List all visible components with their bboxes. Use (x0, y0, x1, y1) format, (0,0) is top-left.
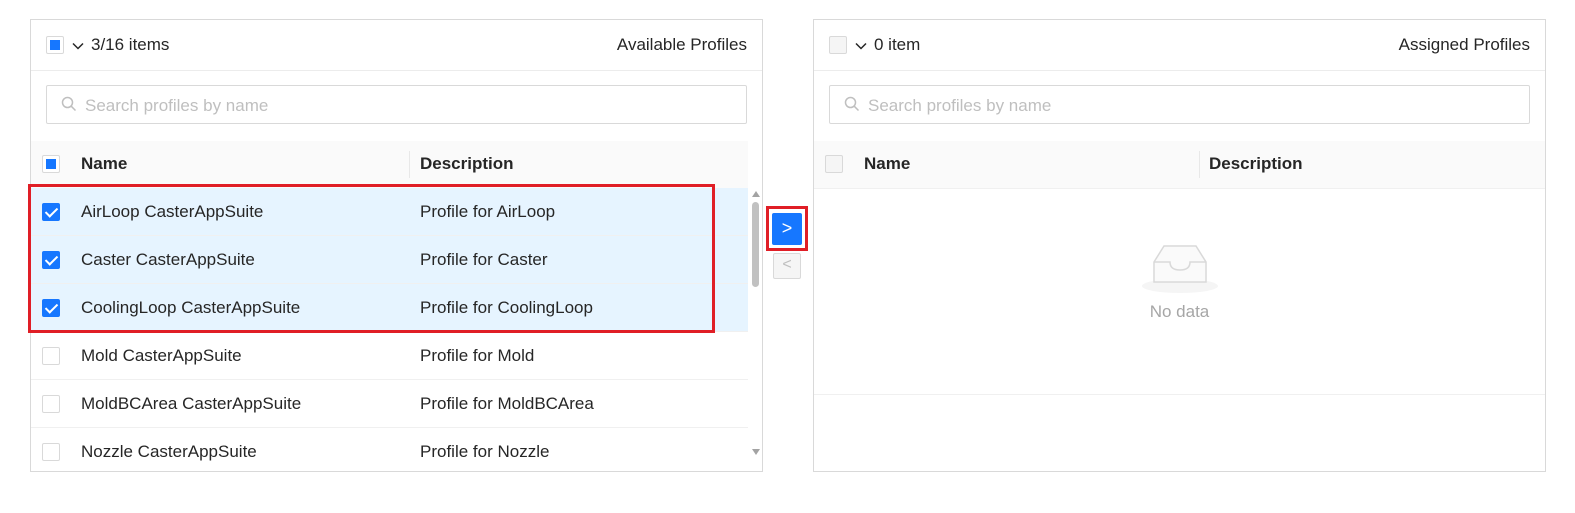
panel-header: 3/16 items Available Profiles (31, 20, 762, 71)
row-checkbox[interactable] (42, 299, 60, 317)
no-data-text: No data (1149, 302, 1210, 321)
row-checkbox[interactable] (42, 443, 60, 461)
table-row[interactable]: Mold CasterAppSuite Profile for Mold (31, 332, 748, 380)
profile-name: MoldBCArea CasterAppSuite (81, 394, 302, 413)
profile-name: Nozzle CasterAppSuite (81, 442, 257, 461)
assigned-profiles-panel: 0 item Assigned Profiles Name Descriptio… (813, 19, 1546, 472)
panel-title: Available Profiles (616, 35, 747, 54)
scrollbar-thumb[interactable] (752, 202, 759, 287)
column-header-description[interactable]: Description (420, 154, 514, 174)
profile-name: Mold CasterAppSuite (81, 346, 242, 365)
profile-name: AirLoop CasterAppSuite (81, 202, 264, 221)
chevron-down-icon[interactable] (72, 40, 84, 52)
chevron-down-icon[interactable] (855, 40, 867, 52)
select-all-checkbox[interactable] (829, 36, 847, 54)
profile-name: Caster CasterAppSuite (81, 250, 255, 269)
panel-header: 0 item Assigned Profiles (814, 20, 1545, 71)
profile-name: CoolingLoop CasterAppSuite (81, 298, 301, 317)
header-select-all-checkbox[interactable] (825, 155, 843, 173)
search-icon (844, 96, 860, 112)
item-count: 3/16 items (91, 35, 170, 54)
column-divider (1199, 151, 1200, 178)
row-checkbox[interactable] (42, 251, 60, 269)
empty-inbox-icon (1142, 245, 1218, 293)
table-header: Name Description (814, 141, 1545, 189)
table-row[interactable]: Nozzle CasterAppSuite Profile for Nozzle (31, 428, 748, 471)
item-count: 0 item (874, 35, 921, 54)
column-header-name[interactable]: Name (864, 154, 910, 174)
panel-title: Assigned Profiles (1398, 35, 1530, 54)
column-header-description[interactable]: Description (1209, 154, 1303, 174)
header-select-all-checkbox[interactable] (42, 155, 60, 173)
search-input[interactable] (83, 86, 736, 125)
profile-description: Profile for CoolingLoop (420, 298, 593, 317)
table-row[interactable]: Caster CasterAppSuite Profile for Caster (31, 236, 748, 284)
column-header-name[interactable]: Name (81, 154, 127, 174)
profile-description: Profile for MoldBCArea (420, 394, 594, 413)
table-row[interactable]: MoldBCArea CasterAppSuite Profile for Mo… (31, 380, 748, 428)
search-box[interactable] (829, 85, 1530, 125)
search-icon (61, 96, 77, 112)
scroll-down-arrow-icon[interactable] (752, 449, 760, 455)
row-checkbox[interactable] (42, 203, 60, 221)
profile-description: Profile for Mold (420, 346, 535, 365)
move-to-left-button[interactable]: < (773, 253, 801, 279)
move-to-right-button[interactable]: > (772, 213, 802, 245)
row-checkbox[interactable] (42, 395, 60, 413)
scroll-up-arrow-icon[interactable] (752, 191, 760, 197)
row-checkbox[interactable] (42, 347, 60, 365)
table-scrollbar[interactable] (748, 188, 762, 458)
table-row[interactable]: CoolingLoop CasterAppSuite Profile for C… (31, 284, 748, 332)
profile-description: Profile for Nozzle (420, 442, 550, 461)
column-divider (409, 151, 410, 178)
table-row[interactable]: AirLoop CasterAppSuite Profile for AirLo… (31, 188, 748, 236)
table-header: Name Description (31, 141, 748, 189)
search-input[interactable] (866, 86, 1519, 125)
search-box[interactable] (46, 85, 747, 125)
select-all-checkbox[interactable] (46, 36, 64, 54)
profile-description: Profile for Caster (420, 250, 548, 269)
profile-description: Profile for AirLoop (420, 202, 556, 221)
empty-state: No data (814, 188, 1545, 395)
available-profiles-panel: 3/16 items Available Profiles Name Descr… (30, 19, 763, 472)
